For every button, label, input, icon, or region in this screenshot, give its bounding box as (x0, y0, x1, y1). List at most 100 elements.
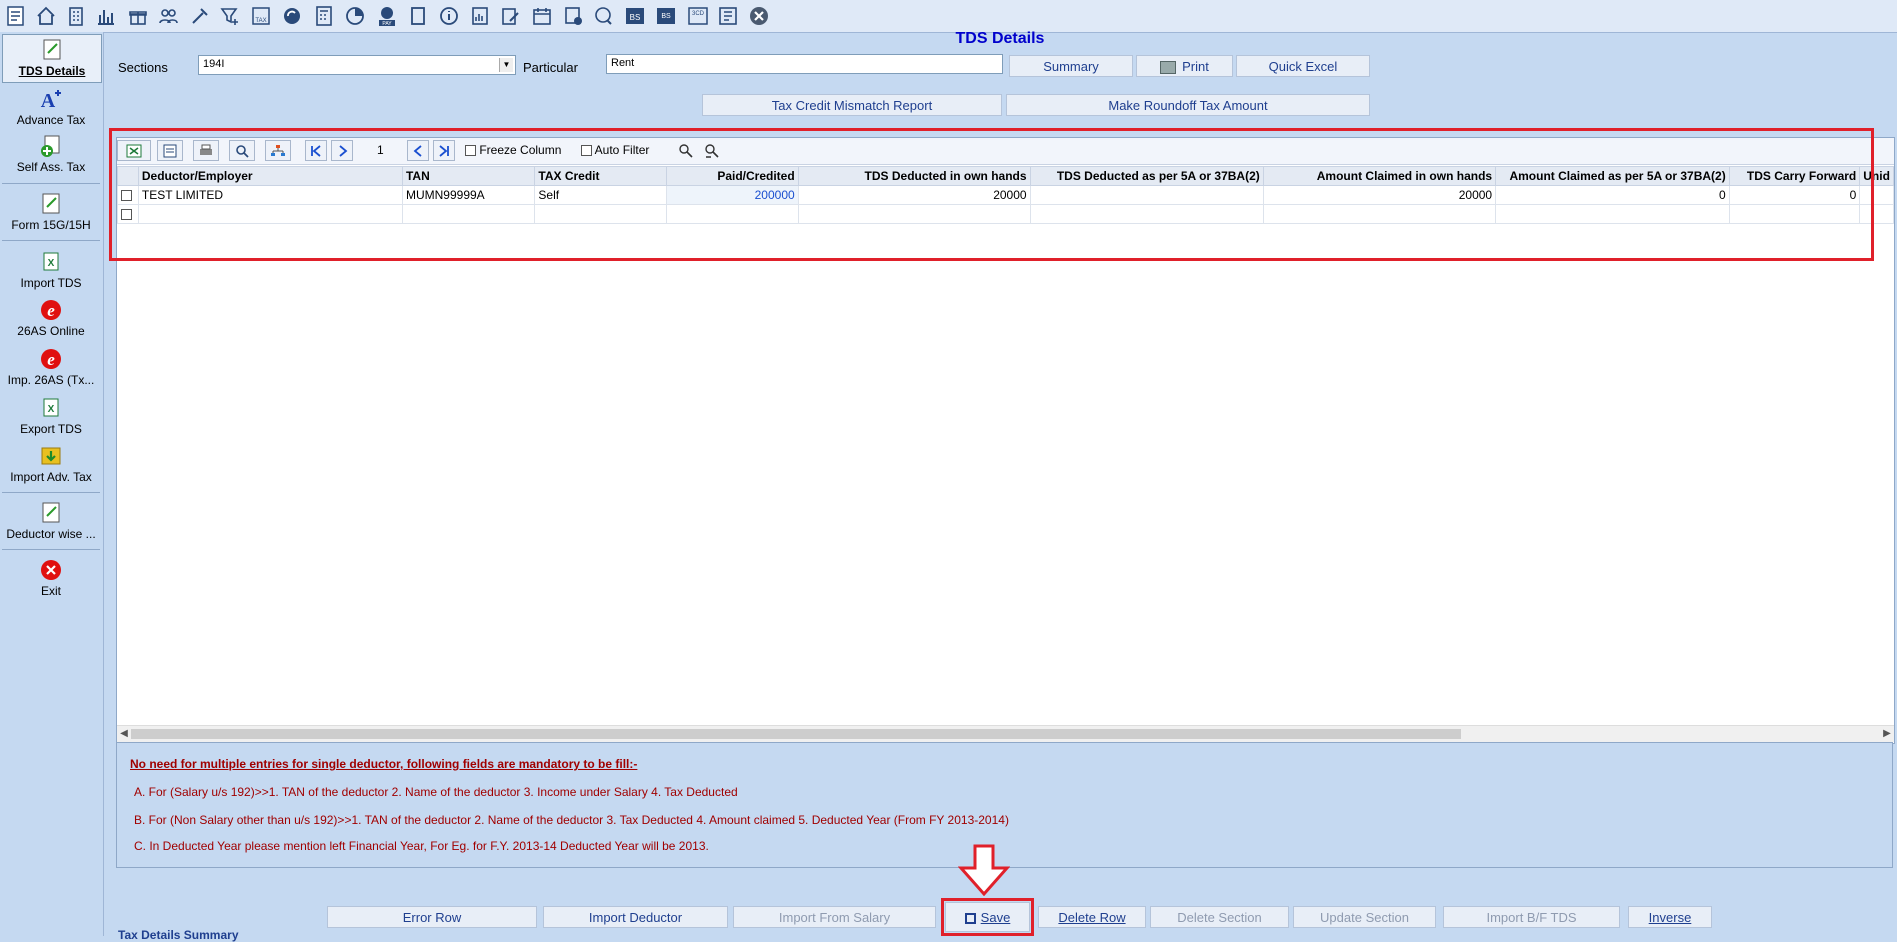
first-page-icon[interactable] (305, 140, 327, 161)
table-cell[interactable] (137, 204, 403, 224)
table-cell[interactable] (1262, 204, 1497, 224)
scroll-left-icon[interactable]: ◀ (117, 726, 131, 742)
table-cell[interactable] (1029, 185, 1264, 205)
auto-filter-toggle[interactable]: Auto Filter (581, 143, 649, 157)
freeze-column-toggle[interactable]: Freeze Column (465, 143, 561, 157)
horizontal-scrollbar[interactable]: ◀ ▶ (117, 725, 1894, 742)
tools-icon[interactable] (188, 4, 212, 28)
hierarchy-icon[interactable] (265, 140, 291, 161)
report-icon[interactable] (468, 4, 492, 28)
form-icon[interactable] (716, 4, 740, 28)
filter-icon[interactable] (218, 4, 242, 28)
calendar-icon[interactable] (530, 4, 554, 28)
table-cell[interactable]: 20000 (1262, 185, 1497, 205)
add-icon[interactable] (561, 4, 585, 28)
table-cell[interactable]: 0 (1495, 185, 1730, 205)
sidebar-item-import-adv-tax[interactable]: Import Adv. Tax (2, 444, 100, 484)
home-icon[interactable] (34, 4, 58, 28)
bar-chart-icon[interactable] (94, 4, 118, 28)
book-icon[interactable] (406, 4, 430, 28)
row-select[interactable] (117, 185, 139, 205)
column-header[interactable]: Deductor/Employer (137, 166, 403, 186)
delete-section-button[interactable]: Delete Section (1150, 906, 1289, 928)
printer-icon[interactable] (193, 140, 219, 161)
sidebar-item-export-tds[interactable]: X Export TDS (2, 396, 100, 436)
update-section-button[interactable]: Update Section (1293, 906, 1436, 928)
column-header[interactable]: Amount Claimed as per 5A or 37BA(2) (1495, 166, 1730, 186)
pay-icon[interactable]: PAY (375, 4, 399, 28)
auto-filter-checkbox[interactable] (581, 145, 592, 157)
sidebar-item-advance-tax[interactable]: A Advance Tax (2, 87, 100, 127)
tds-icon[interactable] (4, 4, 28, 28)
print-button[interactable]: Print (1136, 55, 1233, 77)
sidebar-item-tds-details[interactable]: TDS Details (2, 34, 102, 83)
row-checkbox[interactable] (121, 190, 132, 202)
import-from-salary-button[interactable]: Import From Salary (733, 906, 936, 928)
column-header[interactable]: Unid (1859, 166, 1894, 186)
sidebar-item-26as-online[interactable]: e 26AS Online (2, 298, 100, 338)
csv-icon[interactable] (157, 140, 183, 161)
column-header[interactable]: TAN (401, 166, 536, 186)
find-icon[interactable] (675, 140, 697, 161)
sidebar-item-exit[interactable]: Exit (2, 558, 100, 598)
row-select[interactable] (117, 204, 139, 224)
column-header[interactable]: Amount Claimed in own hands (1262, 166, 1497, 186)
sidebar-item-import-tds[interactable]: X Import TDS (2, 250, 100, 290)
tax-credit-mismatch-button[interactable]: Tax Credit Mismatch Report (702, 94, 1002, 116)
scroll-right-icon[interactable]: ▶ (1880, 726, 1894, 742)
table-cell[interactable] (1859, 185, 1894, 205)
sidebar-item-deductor-wise[interactable]: Deductor wise ... (2, 501, 100, 541)
find-next-icon[interactable] (701, 140, 723, 161)
table-row[interactable]: TEST LIMITED MUMN99999A Self 200000 2000… (117, 185, 1894, 205)
table-cell[interactable] (534, 204, 668, 224)
table-row[interactable] (117, 204, 1894, 224)
import-deductor-button[interactable]: Import Deductor (543, 906, 728, 928)
search-icon[interactable] (229, 140, 255, 161)
table-cell[interactable]: TEST LIMITED (137, 185, 403, 205)
users-icon[interactable] (156, 4, 180, 28)
chat-icon[interactable] (592, 4, 616, 28)
sidebar-item-self-ass-tax[interactable]: Self Ass. Tax (2, 134, 100, 174)
table-cell[interactable]: 200000 (666, 185, 799, 205)
gift-icon[interactable] (126, 4, 150, 28)
info-icon[interactable] (437, 4, 461, 28)
excel-export-icon[interactable] (117, 140, 151, 161)
next-page-icon[interactable] (407, 140, 429, 161)
table-cell[interactable]: 20000 (797, 185, 1031, 205)
previous-page-icon[interactable] (331, 140, 353, 161)
building-icon[interactable] (64, 4, 88, 28)
table-cell[interactable]: MUMN99999A (401, 185, 536, 205)
column-header[interactable]: TDS Carry Forward (1728, 166, 1861, 186)
close-icon[interactable] (747, 4, 771, 28)
table-cell[interactable]: Self (534, 185, 668, 205)
quick-excel-button[interactable]: Quick Excel (1236, 55, 1370, 77)
sidebar-item-imp-26as[interactable]: e Imp. 26AS (Tx... (2, 347, 100, 387)
make-roundoff-button[interactable]: Make Roundoff Tax Amount (1006, 94, 1370, 116)
calculator-icon[interactable] (312, 4, 336, 28)
delete-row-button[interactable]: Delete Row (1038, 906, 1146, 928)
tax-icon[interactable]: TAX (249, 4, 273, 28)
pie-chart-icon[interactable] (343, 4, 367, 28)
summary-button[interactable]: Summary (1009, 55, 1133, 77)
row-checkbox[interactable] (121, 209, 132, 221)
particular-input[interactable]: Rent (606, 54, 1003, 74)
last-page-icon[interactable] (433, 140, 455, 161)
column-header[interactable]: TAX Credit (534, 166, 668, 186)
table-cell[interactable] (1728, 204, 1861, 224)
table-cell[interactable]: 0 (1728, 185, 1861, 205)
table-cell[interactable] (666, 204, 799, 224)
refresh-icon[interactable] (280, 4, 304, 28)
3cd-icon[interactable]: 3CD (686, 4, 710, 28)
sections-select[interactable]: 194I ▼ (198, 55, 516, 75)
sidebar-item-form-15g-15h[interactable]: Form 15G/15H (2, 192, 100, 232)
bs-icon[interactable]: BS (623, 4, 647, 28)
table-cell[interactable] (797, 204, 1031, 224)
freeze-column-checkbox[interactable] (465, 145, 476, 157)
column-header[interactable]: TDS Deducted as per 5A or 37BA(2) (1029, 166, 1264, 186)
column-header[interactable]: TDS Deducted in own hands (797, 166, 1031, 186)
error-row-button[interactable]: Error Row (327, 906, 537, 928)
table-cell[interactable] (1029, 204, 1264, 224)
table-cell[interactable] (1495, 204, 1730, 224)
inverse-button[interactable]: Inverse (1628, 906, 1712, 928)
table-cell[interactable] (401, 204, 536, 224)
